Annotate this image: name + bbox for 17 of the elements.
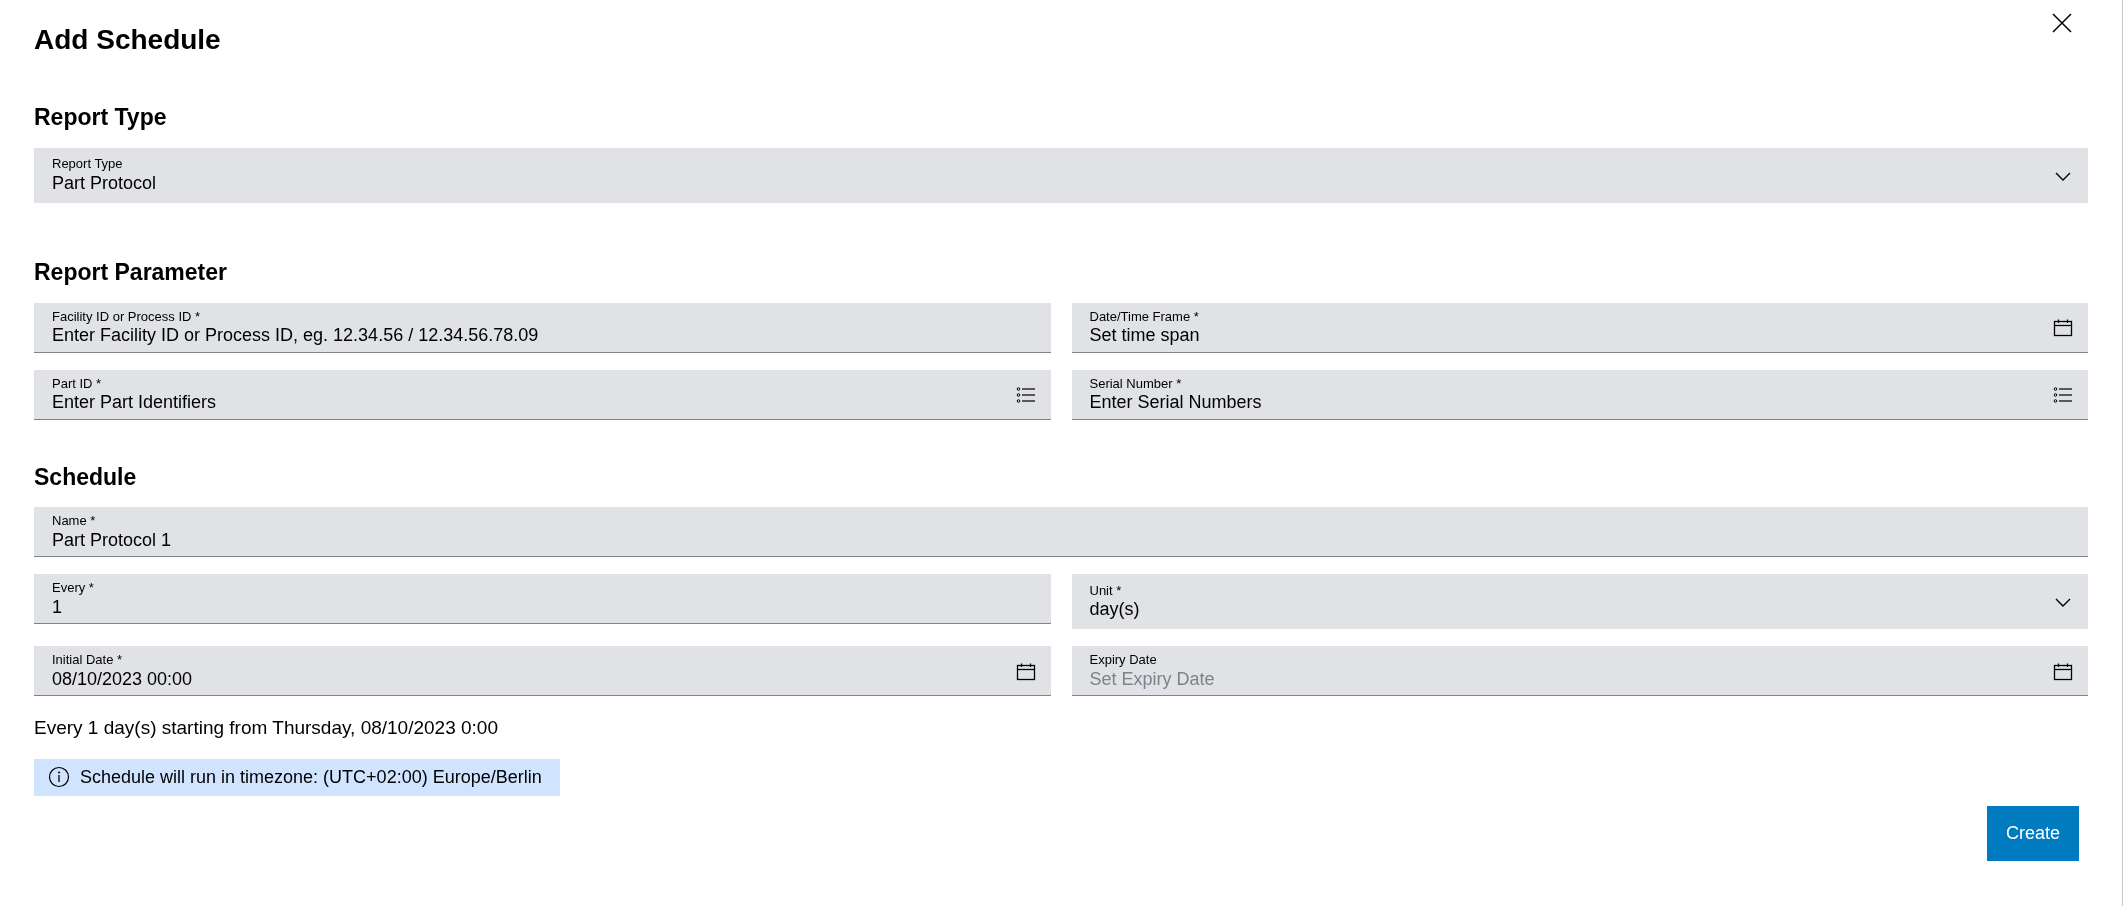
input-field[interactable]: Serial Number * Enter Serial Numbers [1071,369,2088,420]
section-heading: Report Parameter [34,259,229,287]
input-field[interactable]: Initial Date * 08/10/2023 00:00 [34,646,1051,697]
input-field[interactable]: Facility ID or Process ID * Enter Facility ID or Process ID, eg. 12.34.56 / 12.34.56.78.09 [34,302,1051,353]
section-heading: Schedule [34,463,138,492]
dialog-title: Add Schedule [34,23,221,57]
input-field[interactable]: Date/Time Frame * Set time span [1071,302,2088,353]
input-field[interactable]: Name * Part Protocol 1 [34,507,2088,558]
input-field[interactable]: Part ID * Enter Part Identifiers [34,369,1051,420]
schedule-summary: Every 1 day(s) starting from Thursday, 08/10/2023 0:00 [34,716,499,741]
input-field[interactable]: Every * 1 [34,574,1051,625]
dropdown[interactable]: Unit * day(s) [1071,574,2088,630]
info-text: Schedule will run in timezone: (UTC+02:00) Europe/Berlin [80,765,542,789]
create-button[interactable]: Create [1986,805,2079,861]
dropdown[interactable]: Report Type Part Protocol [34,148,2088,203]
section-heading: Report Type [34,104,168,132]
input-field[interactable]: Expiry Date Set Expiry Date [1071,646,2088,697]
